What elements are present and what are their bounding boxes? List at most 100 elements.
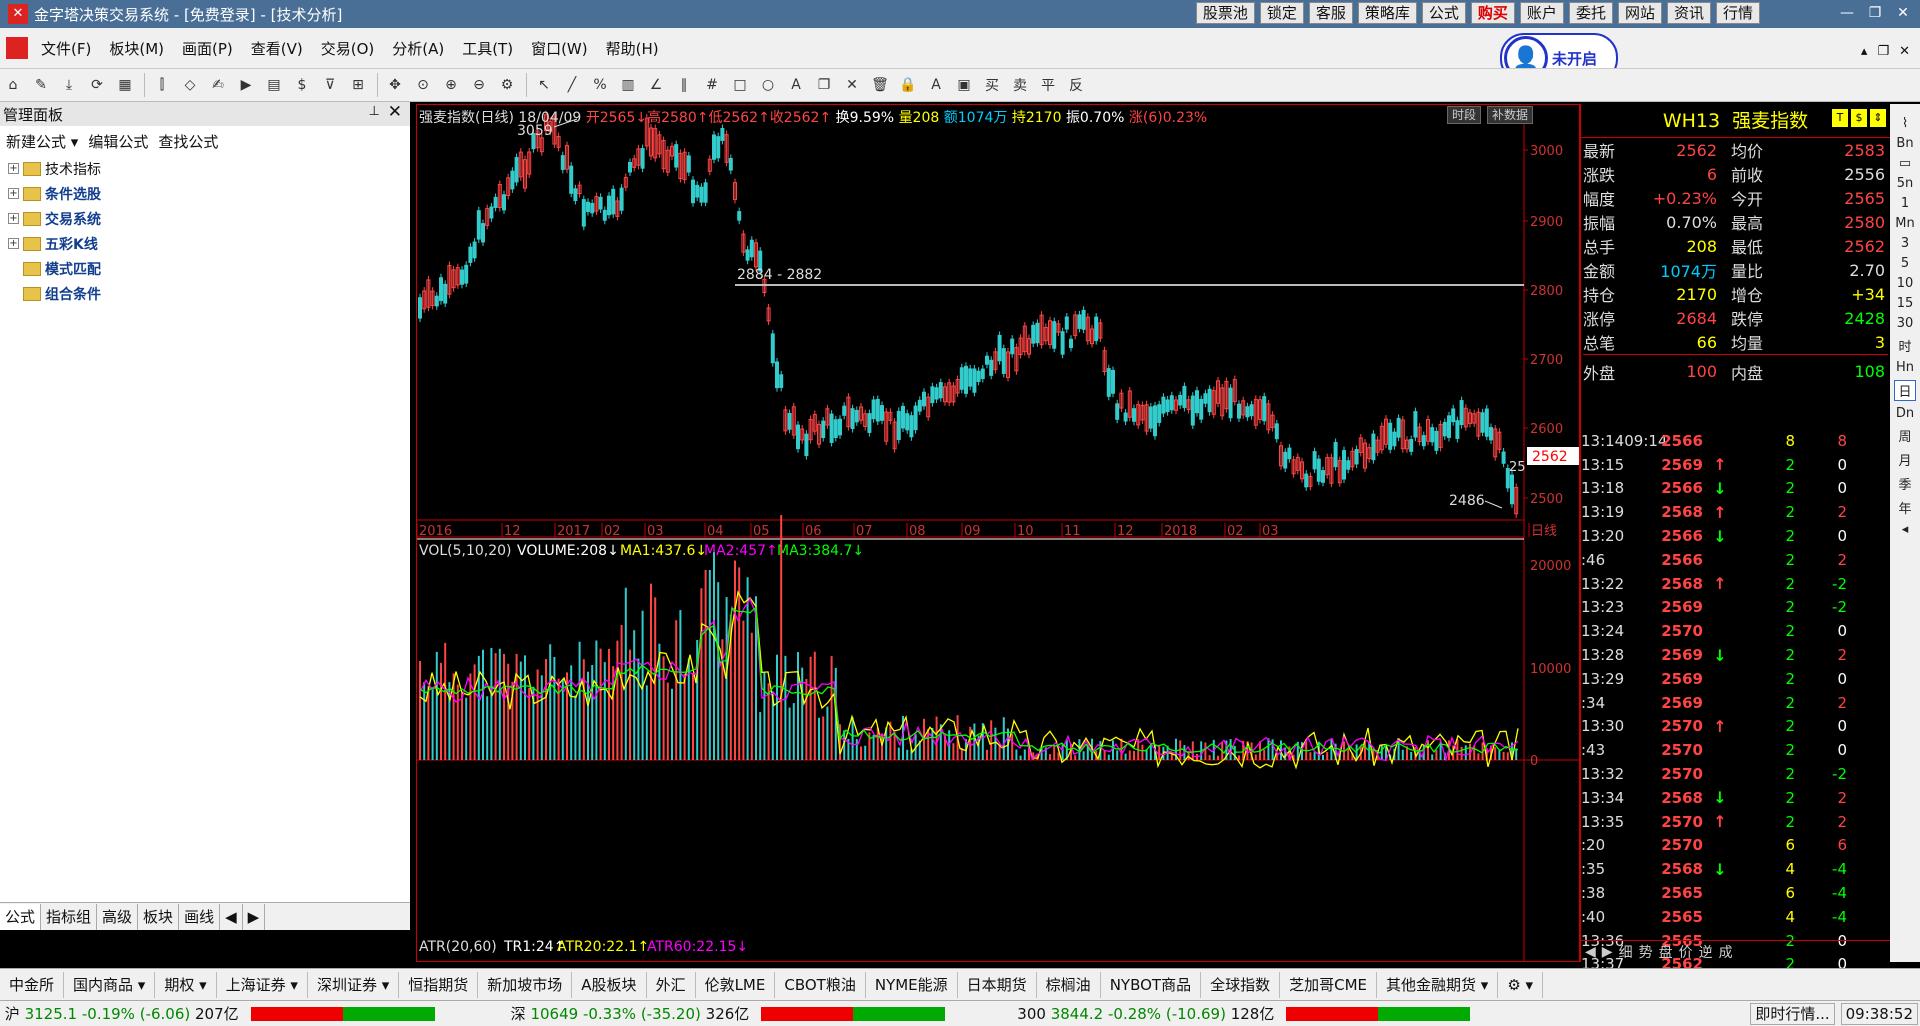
menu-screen[interactable]: 画面(P) (173, 38, 242, 59)
buy-button[interactable]: 购买 (1470, 2, 1515, 24)
candles-icon[interactable]: ⫿ (149, 72, 175, 98)
filter-icon[interactable]: ⊽ (317, 72, 343, 98)
ruler-icon[interactable]: ▥ (615, 72, 641, 98)
pencil-icon[interactable]: ✎ (28, 72, 54, 98)
menu-file[interactable]: 文件(F) (32, 38, 100, 59)
zoom-in-icon[interactable]: ⊕ (438, 72, 464, 98)
quotes-button[interactable]: 行情 (1715, 2, 1760, 24)
website-button[interactable]: 网站 (1617, 2, 1662, 24)
market-tab[interactable]: 上海证券 ▾ (217, 971, 308, 998)
menu-tools[interactable]: 工具(T) (453, 38, 522, 59)
copy-icon[interactable]: ❐ (811, 72, 837, 98)
menu-trade[interactable]: 交易(O) (312, 38, 384, 59)
market-tab[interactable]: NYME能源 (866, 971, 958, 998)
market-tab[interactable]: ⚙ ▾ (1498, 971, 1544, 998)
expand-icon[interactable]: + (8, 188, 19, 199)
circle-icon[interactable]: ○ (755, 72, 781, 98)
find-formula-link[interactable]: 查找公式 (158, 131, 218, 152)
trash-icon[interactable]: 🗑 (867, 72, 893, 98)
move-icon[interactable]: ✥ (382, 72, 408, 98)
tree-node[interactable]: + 技术指标 (8, 156, 410, 181)
tree-node[interactable]: + 交易系统 (8, 206, 410, 231)
market-tab[interactable]: 恒指期货 (399, 971, 479, 998)
restore-icon[interactable]: ❐ (1864, 2, 1886, 24)
expand-icon[interactable]: + (8, 163, 19, 174)
settings-icon[interactable]: ⚙ (494, 72, 520, 98)
market-tab[interactable]: 棕榈油 (1037, 971, 1101, 998)
tab-scroll-right-icon[interactable]: ▶ (243, 903, 266, 930)
text-icon[interactable]: A (783, 72, 809, 98)
period-0[interactable]: ⌇ (1902, 116, 1908, 131)
refresh-icon[interactable]: ⟳ (84, 72, 110, 98)
order-button[interactable]: 委托 (1568, 2, 1613, 24)
play-icon[interactable]: ▶ (233, 72, 259, 98)
period-3[interactable]: 5n (1897, 176, 1914, 191)
hs300-index[interactable]: 300 3844.2 -0.28% (-10.69) 128亿 (1017, 1003, 1274, 1024)
market-tab[interactable]: 其他金融期货 ▾ (1377, 971, 1499, 998)
market-tab[interactable]: 日本期货 (958, 971, 1037, 998)
tab-trades[interactable]: 成 (1719, 942, 1733, 962)
mdi-restore-icon[interactable]: ❐ (1877, 44, 1889, 59)
tab-price[interactable]: 价 (1679, 942, 1693, 962)
market-tab[interactable]: A股板块 (572, 971, 647, 998)
grid-icon[interactable]: ▦ (112, 72, 138, 98)
diamond-icon[interactable]: ◇ (177, 72, 203, 98)
color-icon[interactable]: A (923, 72, 949, 98)
period-14[interactable]: Dn (1896, 406, 1914, 421)
delete-icon[interactable]: ✕ (839, 72, 865, 98)
lock-icon[interactable]: 🔒 (895, 72, 921, 98)
reverse-icon[interactable]: 反 (1063, 72, 1089, 98)
sh-index[interactable]: 沪 3125.1 -0.19% (-6.06) 207亿 (0, 1003, 239, 1024)
tab-sector[interactable]: 板块 (138, 903, 180, 930)
expand-icon[interactable]: + (8, 213, 19, 224)
pin-icon[interactable]: ⊥ (369, 104, 380, 119)
period-8[interactable]: 10 (1897, 276, 1914, 291)
market-tab[interactable]: 中金所 (0, 971, 65, 998)
service-button[interactable]: 客服 (1308, 2, 1353, 24)
buy-icon[interactable]: 买 (979, 72, 1005, 98)
period-4[interactable]: 1 (1901, 196, 1909, 211)
menu-analysis[interactable]: 分析(A) (383, 38, 453, 59)
realtime-quotes-button[interactable]: 即时行情... (1750, 1003, 1835, 1025)
fill-data-button[interactable]: 补数据 (1486, 106, 1533, 124)
hash-icon[interactable]: # (699, 72, 725, 98)
market-tab[interactable]: 新加坡市场 (478, 971, 573, 998)
rect-icon[interactable]: □ (727, 72, 753, 98)
sell-icon[interactable]: 卖 (1007, 72, 1033, 98)
tree-node[interactable]: + 条件选股 (8, 181, 410, 206)
kline-chart[interactable]: 3000 2900 2800 2700 2600 2500 2016 12 2017 02 03 04… (417, 105, 1579, 961)
market-tab[interactable]: 芝加哥CME (1280, 971, 1377, 998)
market-tab[interactable]: 深圳证券 ▾ (308, 971, 400, 998)
doc-icon[interactable]: ▤ (261, 72, 287, 98)
period-11[interactable]: 时 (1898, 336, 1911, 355)
tree-node[interactable]: 模式匹配 (8, 256, 410, 281)
minimize-icon[interactable]: — (1836, 2, 1858, 24)
menu-window[interactable]: 窗口(W) (522, 38, 597, 59)
quote-scroll-right-icon[interactable]: ▶ (1602, 944, 1613, 960)
sz-index[interactable]: 深 10649 -0.33% (-35.20) 326亿 (511, 1003, 750, 1024)
chart-icon[interactable]: ⊞ (345, 72, 371, 98)
angle-icon[interactable]: ∠ (643, 72, 669, 98)
period-9[interactable]: 15 (1897, 296, 1914, 311)
tab-drawing[interactable]: 画线 (179, 903, 221, 930)
kline-chart-panel[interactable]: 3000 2900 2800 2700 2600 2500 2016 12 2017 02 03 04… (416, 104, 1580, 962)
save-icon[interactable]: ▣ (951, 72, 977, 98)
period-1[interactable]: Bn (1896, 136, 1913, 151)
menu-sector[interactable]: 板块(M) (100, 38, 173, 59)
period-15[interactable]: 周 (1898, 426, 1911, 445)
account-button[interactable]: 账户 (1519, 2, 1564, 24)
flat-icon[interactable]: 平 (1035, 72, 1061, 98)
mdi-close-icon[interactable]: ✕ (1899, 44, 1910, 59)
period-6[interactable]: 3 (1901, 236, 1909, 251)
new-formula-link[interactable]: 新建公式 ▾ (6, 131, 78, 152)
period-13[interactable]: 日 (1894, 380, 1916, 401)
period-5[interactable]: Mn (1895, 216, 1914, 231)
parallel-icon[interactable]: ∥ (671, 72, 697, 98)
market-tab[interactable]: 期权 ▾ (155, 971, 217, 998)
strategy-lib-button[interactable]: 策略库 (1357, 2, 1417, 24)
formula-button[interactable]: 公式 (1421, 2, 1466, 24)
tab-trend[interactable]: 势 (1639, 942, 1653, 962)
market-tab[interactable]: 外汇 (647, 971, 696, 998)
period-2[interactable]: ▭ (1899, 156, 1911, 171)
period-10[interactable]: 30 (1897, 316, 1914, 331)
